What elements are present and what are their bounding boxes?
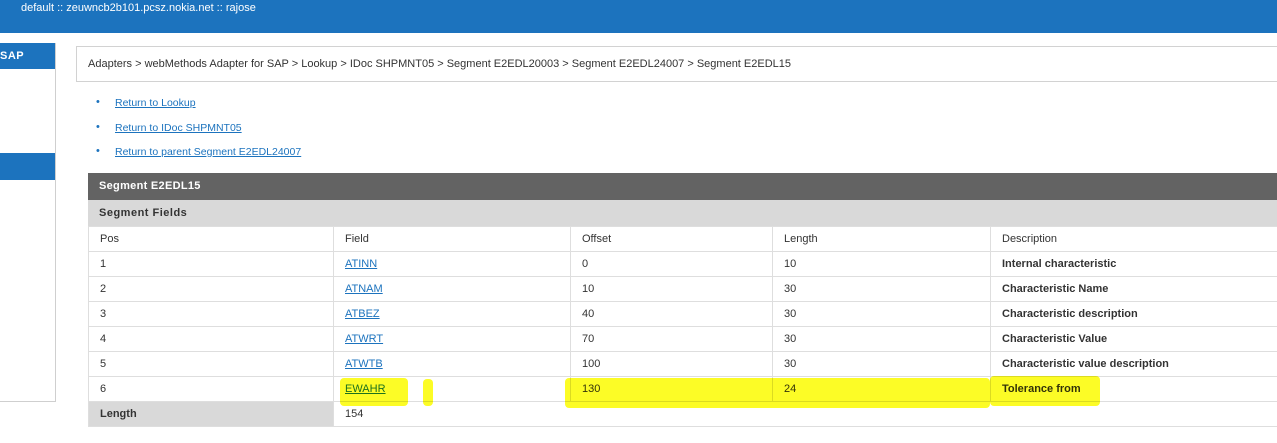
field-link[interactable]: ATINN	[345, 258, 377, 270]
offset-cell: 0	[570, 251, 773, 277]
field-cell: ATWTB	[333, 351, 571, 377]
description-cell: Characteristic value description	[990, 351, 1277, 377]
top-bar: default :: zeuwncb2b101.pcsz.nokia.net :…	[0, 0, 1277, 33]
length-cell: 10	[772, 251, 991, 277]
length-cell: 24	[772, 376, 991, 402]
table-row: 3 ATBEZ 40 30 Characteristic description	[88, 301, 1277, 327]
field-link[interactable]: ATWRT	[345, 333, 383, 345]
segment-fields-table: Pos Field Offset Length Description 1 AT…	[88, 226, 1277, 427]
description-cell: Tolerance from	[990, 376, 1277, 402]
total-length-row: Length 154	[88, 401, 1277, 427]
list-item: Return to parent Segment E2EDL24007	[96, 145, 301, 171]
pos-cell: 3	[88, 301, 334, 327]
offset-cell: 130	[570, 376, 773, 402]
sidebar-heading[interactable]: SAP	[0, 43, 55, 69]
total-length-label: Length	[88, 401, 334, 427]
table-row: 5 ATWTB 100 30 Characteristic value desc…	[88, 351, 1277, 377]
field-link[interactable]: ATWTB	[345, 358, 383, 370]
table-row: 2 ATNAM 10 30 Characteristic Name	[88, 276, 1277, 302]
offset-cell: 10	[570, 276, 773, 302]
offset-cell: 100	[570, 351, 773, 377]
breadcrumb: Adapters > webMethods Adapter for SAP > …	[76, 46, 1277, 82]
description-cell: Internal characteristic	[990, 251, 1277, 277]
return-links: Return to Lookup Return to IDoc SHPMNT05…	[96, 96, 301, 171]
return-to-idoc-link[interactable]: Return to IDoc SHPMNT05	[115, 122, 242, 134]
column-header-offset: Offset	[570, 226, 773, 252]
pos-cell: 1	[88, 251, 334, 277]
pos-cell: 5	[88, 351, 334, 377]
field-link[interactable]: ATNAM	[345, 283, 383, 295]
pos-cell: 6	[88, 376, 334, 402]
field-cell: ATNAM	[333, 276, 571, 302]
server-context: default :: zeuwncb2b101.pcsz.nokia.net :…	[21, 2, 256, 14]
description-cell: Characteristic Name	[990, 276, 1277, 302]
table-row: 6 EWAHR 130 24 Tolerance from	[88, 376, 1277, 402]
length-cell: 30	[772, 351, 991, 377]
pos-cell: 4	[88, 326, 334, 352]
field-cell: ATINN	[333, 251, 571, 277]
offset-cell: 40	[570, 301, 773, 327]
return-to-lookup-link[interactable]: Return to Lookup	[115, 97, 196, 109]
field-cell: EWAHR	[333, 376, 571, 402]
table-row: 1 ATINN 0 10 Internal characteristic	[88, 251, 1277, 277]
sidebar-item-active[interactable]	[0, 153, 55, 180]
total-length-value: 154	[333, 401, 1277, 427]
segment-title: Segment E2EDL15	[88, 173, 1277, 200]
sidebar: SAP	[0, 43, 56, 402]
field-link[interactable]: EWAHR	[345, 383, 386, 395]
column-header-length: Length	[772, 226, 991, 252]
length-cell: 30	[772, 301, 991, 327]
segment-panel: Segment E2EDL15 Segment Fields Pos Field…	[88, 173, 1277, 427]
length-cell: 30	[772, 326, 991, 352]
table-row: 4 ATWRT 70 30 Characteristic Value	[88, 326, 1277, 352]
table-header-row: Pos Field Offset Length Description	[88, 226, 1277, 252]
column-header-description: Description	[990, 226, 1277, 252]
segment-fields-heading: Segment Fields	[88, 200, 1277, 226]
length-cell: 30	[772, 276, 991, 302]
column-header-field: Field	[333, 226, 571, 252]
field-link[interactable]: ATBEZ	[345, 308, 380, 320]
field-cell: ATBEZ	[333, 301, 571, 327]
field-cell: ATWRT	[333, 326, 571, 352]
list-item: Return to IDoc SHPMNT05	[96, 121, 301, 147]
description-cell: Characteristic Value	[990, 326, 1277, 352]
description-cell: Characteristic description	[990, 301, 1277, 327]
offset-cell: 70	[570, 326, 773, 352]
column-header-pos: Pos	[88, 226, 334, 252]
return-to-parent-segment-link[interactable]: Return to parent Segment E2EDL24007	[115, 146, 301, 158]
pos-cell: 2	[88, 276, 334, 302]
list-item: Return to Lookup	[96, 96, 301, 122]
